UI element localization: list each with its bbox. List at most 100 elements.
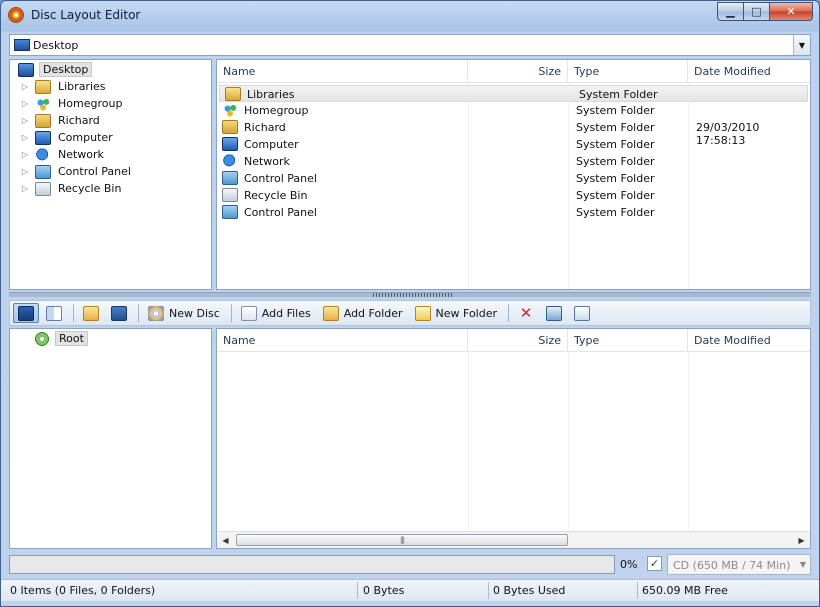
expand-arrow-icon[interactable]: ▷ — [20, 133, 30, 142]
close-button[interactable]: ✕ — [769, 2, 813, 21]
tree-item-root[interactable]: Root — [10, 330, 211, 347]
list-row[interactable]: Homegroup System Folder — [217, 102, 810, 119]
scroll-thumb[interactable]: ||| — [236, 534, 568, 546]
column-divider — [688, 352, 689, 531]
tree-item-libraries[interactable]: ▷ Libraries — [10, 78, 211, 95]
tree-item-label: Libraries — [58, 80, 106, 93]
disc-type-value: CD (650 MB / 74 Min) — [673, 559, 791, 572]
overburn-checkbox[interactable]: ✓ — [647, 556, 662, 571]
maximize-button[interactable]: □ — [743, 2, 769, 21]
column-header-date[interactable]: Date Modified — [688, 329, 810, 352]
toolbar-separator — [230, 304, 232, 322]
column-header-name[interactable]: Name — [217, 329, 468, 352]
toolbar-separator — [73, 304, 74, 322]
list-header: Name Size Type Date Modified — [217, 60, 810, 83]
user-folder-icon — [222, 120, 238, 134]
cell-name: Network — [244, 155, 290, 168]
column-header-date[interactable]: Date Modified — [688, 60, 810, 83]
tree-item-label: Richard — [58, 114, 100, 127]
column-header-type[interactable]: Type — [568, 329, 688, 352]
network-icon — [35, 147, 51, 162]
status-bytes: 0 Bytes — [363, 584, 405, 597]
tree-item-computer[interactable]: ▷ Computer — [10, 129, 211, 146]
tree-item-desktop[interactable]: Desktop — [10, 61, 211, 78]
scroll-right-icon[interactable]: ▶ — [793, 532, 810, 548]
chevron-down-icon: ▼ — [799, 560, 806, 569]
control-panel-icon — [35, 164, 51, 179]
tree-item-homegroup[interactable]: ▷ Homegroup — [10, 95, 211, 112]
caption-buttons: ▁ □ ✕ — [717, 2, 813, 21]
network-icon — [222, 154, 238, 168]
computer-icon — [222, 137, 238, 151]
cell-type: System Folder — [576, 155, 655, 168]
list-row[interactable]: Computer System Folder — [217, 136, 810, 153]
pane-splitter[interactable] — [9, 292, 811, 297]
new-folder-icon — [414, 305, 431, 321]
open-button[interactable] — [78, 303, 104, 323]
tree-item-richard[interactable]: ▷ Richard — [10, 112, 211, 129]
status-items: 0 Items (0 Files, 0 Folders) — [10, 584, 156, 597]
add-files-label: Add Files — [261, 306, 311, 320]
list-row[interactable]: Control Panel System Folder — [217, 204, 810, 221]
tree-item-label: Recycle Bin — [58, 182, 122, 195]
cell-name: Computer — [244, 138, 299, 151]
source-file-list[interactable]: Name Size Type Date Modified Libraries S… — [216, 59, 811, 290]
expand-arrow-icon[interactable]: ▷ — [20, 82, 30, 91]
tree-item-network[interactable]: ▷ Network — [10, 146, 211, 163]
view-split-button[interactable] — [41, 303, 67, 323]
recycle-bin-icon — [35, 181, 51, 196]
rename-icon — [546, 305, 563, 321]
disc-icon — [148, 305, 164, 321]
column-header-size[interactable]: Size — [468, 60, 568, 83]
rename-button[interactable] — [541, 303, 567, 323]
cell-type: System Folder — [576, 172, 655, 185]
cell-name: Libraries — [247, 88, 295, 101]
cell-name: Recycle Bin — [244, 189, 308, 202]
column-header-type[interactable]: Type — [568, 60, 688, 83]
title-bar[interactable]: Disc Layout Editor ▁ □ ✕ — [1, 1, 819, 29]
list-row[interactable]: Control Panel System Folder — [217, 170, 810, 187]
expand-arrow-icon[interactable]: ▷ — [20, 167, 30, 176]
location-dropdown-button[interactable]: ▼ — [793, 35, 810, 55]
disc-layout-tree[interactable]: Root — [9, 328, 212, 549]
list-row[interactable]: Libraries System Folder — [219, 85, 808, 102]
column-header-size[interactable]: Size — [468, 329, 568, 352]
properties-button[interactable] — [569, 303, 595, 323]
list-row[interactable]: Recycle Bin System Folder — [217, 187, 810, 204]
add-files-button[interactable]: Add Files — [236, 303, 316, 323]
new-folder-button[interactable]: New Folder — [410, 303, 502, 323]
cell-name: Control Panel — [244, 172, 317, 185]
location-combobox[interactable]: Desktop ▼ — [9, 34, 811, 56]
splitter-grip[interactable] — [373, 293, 453, 297]
cell-type: System Folder — [576, 206, 655, 219]
expand-arrow-icon[interactable]: ▷ — [20, 150, 30, 159]
expand-arrow-icon[interactable]: ▷ — [20, 116, 30, 125]
column-header-name[interactable]: Name — [217, 60, 468, 83]
scroll-left-icon[interactable]: ◀ — [217, 532, 234, 548]
cell-type: System Folder — [576, 104, 655, 117]
horizontal-scrollbar[interactable]: ◀ ||| ▶ — [217, 531, 810, 548]
disc-file-list[interactable]: Name Size Type Date Modified ◀ ||| ▶ — [216, 328, 811, 549]
app-disc-icon — [9, 8, 23, 22]
expand-arrow-icon[interactable]: ▷ — [20, 184, 30, 193]
delete-button[interactable]: ✕ — [513, 303, 539, 323]
add-folder-icon — [322, 305, 339, 321]
minimize-button[interactable]: ▁ — [717, 2, 743, 21]
split-view-icon — [46, 305, 62, 321]
disc-type-select[interactable]: CD (650 MB / 74 Min) ▼ — [667, 554, 811, 575]
expand-arrow-icon[interactable]: ▷ — [20, 99, 30, 108]
list-row[interactable]: Network System Folder — [217, 153, 810, 170]
toolbar-separator — [138, 304, 139, 322]
source-folder-tree[interactable]: Desktop ▷ Libraries ▷ Homegroup ▷ Richar… — [9, 59, 212, 290]
tree-item-control-panel[interactable]: ▷ Control Panel — [10, 163, 211, 180]
save-button[interactable] — [106, 303, 132, 323]
tree-item-recycle-bin[interactable]: ▷ Recycle Bin — [10, 180, 211, 197]
status-used: 0 Bytes Used — [493, 584, 566, 597]
view-tree-button[interactable] — [13, 303, 39, 323]
add-files-icon — [240, 305, 257, 321]
add-folder-button[interactable]: Add Folder — [318, 303, 408, 323]
list-row[interactable]: Richard System Folder 29/03/2010 17:58:1… — [217, 119, 810, 147]
app-window: Disc Layout Editor ▁ □ ✕ Desktop ▼ Deskt… — [0, 0, 820, 607]
new-folder-label: New Folder — [435, 306, 498, 320]
new-disc-button[interactable]: New Disc — [143, 303, 225, 323]
